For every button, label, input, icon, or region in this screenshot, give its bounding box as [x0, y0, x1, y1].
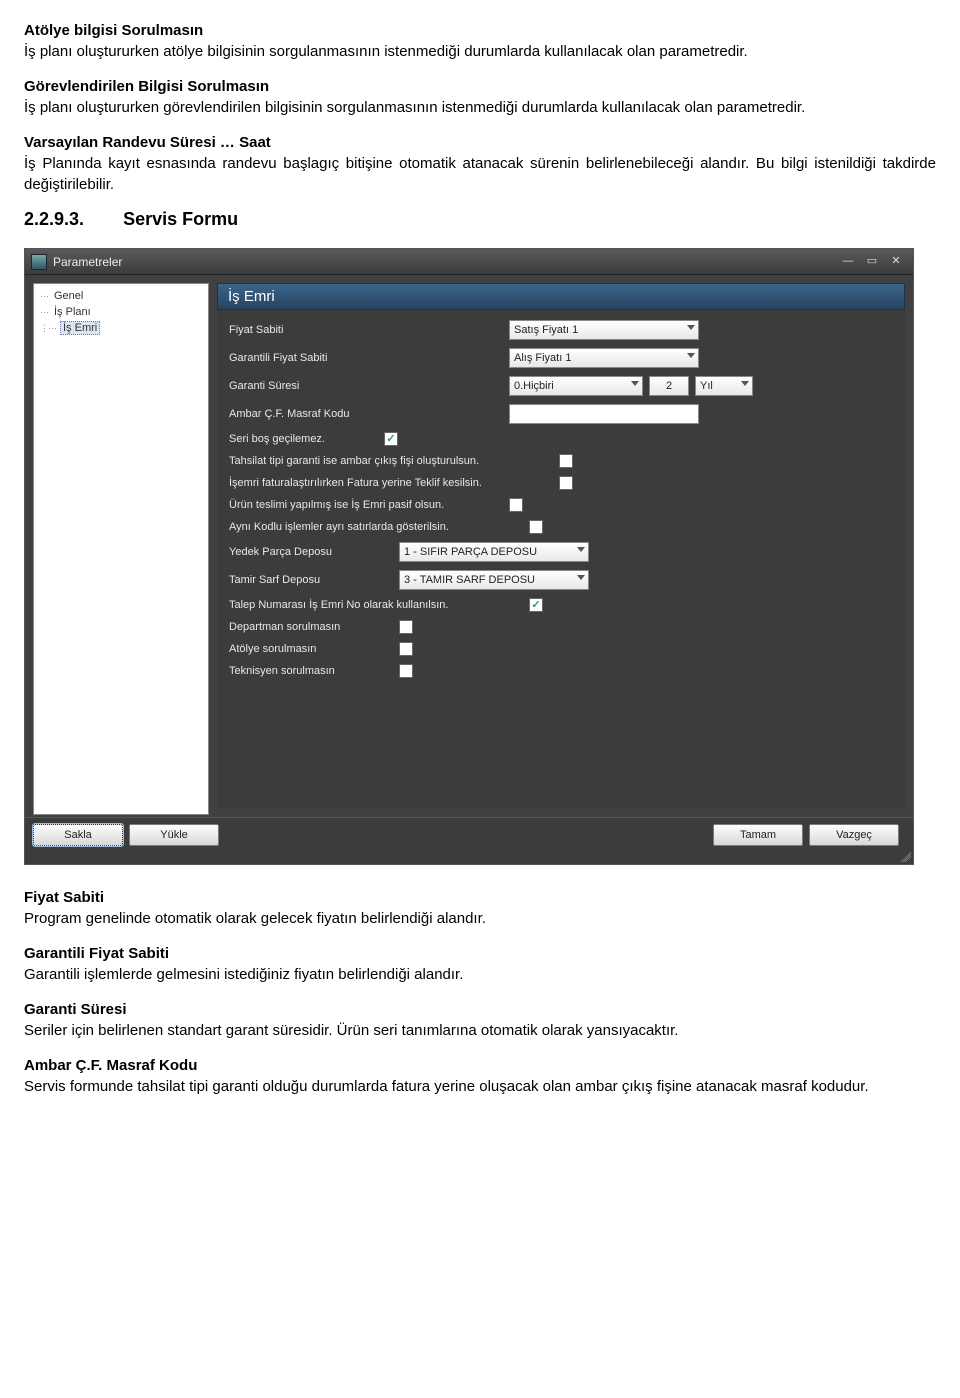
label-masraf: Ambar Ç.F. Masraf Kodu	[229, 408, 509, 420]
section-randevu: Varsayılan Randevu Süresi … Saat İş Plan…	[24, 132, 936, 195]
combo-yedek-depo[interactable]: 1 - SIFIR PARÇA DEPOSU	[399, 542, 589, 562]
label-fiyat-sabiti: Fiyat Sabiti	[229, 324, 509, 336]
tree-node-isemri[interactable]: ⋮⋯İş Emri	[36, 320, 206, 336]
window-icon	[31, 254, 47, 270]
combo-garanti-num[interactable]: 2	[649, 376, 689, 396]
content-panel: İş Emri Fiyat Sabiti Satış Fiyatı 1 Gara…	[217, 283, 905, 815]
title-garanti-suresi: Garanti Süresi	[24, 1001, 127, 1018]
checkbox-departman[interactable]	[399, 620, 413, 634]
parametreler-window: Parametreler — ▭ ✕ ⋯Genel ⋯İş Planı ⋮⋯İş…	[24, 248, 914, 865]
label-teknisyen: Teknisyen sorulmasın	[229, 665, 399, 677]
title-fiyat-sabiti: Fiyat Sabiti	[24, 889, 104, 906]
close-icon[interactable]: ✕	[885, 254, 907, 270]
ok-button[interactable]: Tamam	[713, 824, 803, 846]
text-atolye: İş planı oluştururken atölye bilgisinin …	[24, 43, 748, 60]
checkbox-teslim[interactable]	[509, 498, 523, 512]
panel-title: İş Emri	[217, 283, 905, 310]
label-atolye-form: Atölye sorulmasın	[229, 643, 399, 655]
nav-tree[interactable]: ⋯Genel ⋯İş Planı ⋮⋯İş Emri	[33, 283, 209, 815]
input-masraf-kodu[interactable]	[509, 404, 699, 424]
title-garantili-fiyat: Garantili Fiyat Sabiti	[24, 945, 169, 962]
label-yedek: Yedek Parça Deposu	[229, 546, 399, 558]
label-talep: Talep Numarası İş Emri No olarak kullanı…	[229, 599, 529, 611]
section-garantili-fiyat: Garantili Fiyat Sabiti Garantili işlemle…	[24, 943, 936, 985]
checkbox-atolye[interactable]	[399, 642, 413, 656]
combo-garantili-fiyat[interactable]: Alış Fiyatı 1	[509, 348, 699, 368]
cancel-button[interactable]: Vazgeç	[809, 824, 899, 846]
combo-fiyat-sabiti[interactable]: Satış Fiyatı 1	[509, 320, 699, 340]
checkbox-seri[interactable]	[384, 432, 398, 446]
text-randevu: İş Planında kayıt esnasında randevu başl…	[24, 155, 936, 193]
label-fatura: İşemri faturalaştırılırken Fatura yerine…	[229, 477, 559, 489]
combo-tamir-depo[interactable]: 3 - TAMIR SARF DEPOSU	[399, 570, 589, 590]
checkbox-fatura[interactable]	[559, 476, 573, 490]
text-garanti-suresi: Seriler için belirlenen standart garant …	[24, 1022, 678, 1039]
combo-garanti-unit[interactable]: Yıl	[695, 376, 753, 396]
save-button[interactable]: Sakla	[33, 824, 123, 846]
label-departman: Departman sorulmasın	[229, 621, 399, 633]
title-randevu: Varsayılan Randevu Süresi … Saat	[24, 134, 271, 151]
heading-title: Servis Formu	[123, 209, 238, 229]
window-footer: Sakla Yükle Tamam Vazgeç	[25, 817, 913, 854]
section-atolye: Atölye bilgisi Sorulmasın İş planı oluşt…	[24, 20, 936, 62]
checkbox-tahsilat[interactable]	[559, 454, 573, 468]
resize-grip-icon[interactable]	[25, 854, 913, 864]
minimize-icon[interactable]: —	[837, 254, 859, 270]
window-title: Parametreler	[53, 255, 122, 269]
label-garanti: Garanti Süresi	[229, 380, 509, 392]
label-tamir: Tamir Sarf Deposu	[229, 574, 399, 586]
section-masraf-kodu: Ambar Ç.F. Masraf Kodu Servis formunde t…	[24, 1055, 936, 1097]
chevron-down-icon	[577, 575, 585, 580]
checkbox-teknisyen[interactable]	[399, 664, 413, 678]
section-fiyat-sabiti: Fiyat Sabiti Program genelinde otomatik …	[24, 887, 936, 929]
label-teslim: Ürün teslimi yapılmış ise İş Emri pasif …	[229, 499, 509, 511]
text-masraf-kodu: Servis formunde tahsilat tipi garanti ol…	[24, 1078, 869, 1095]
combo-garanti-tur[interactable]: 0.Hiçbiri	[509, 376, 643, 396]
tree-node-isplani[interactable]: ⋯İş Planı	[36, 304, 206, 320]
load-button[interactable]: Yükle	[129, 824, 219, 846]
chevron-down-icon	[687, 353, 695, 358]
chevron-down-icon	[631, 381, 639, 386]
label-garantili-fiyat: Garantili Fiyat Sabiti	[229, 352, 509, 364]
text-garantili-fiyat: Garantili işlemlerde gelmesini istediğin…	[24, 966, 463, 983]
title-masraf-kodu: Ambar Ç.F. Masraf Kodu	[24, 1057, 197, 1074]
tree-node-genel[interactable]: ⋯Genel	[36, 288, 206, 304]
title-atolye: Atölye bilgisi Sorulmasın	[24, 22, 203, 39]
section-garanti-suresi: Garanti Süresi Seriler için belirlenen s…	[24, 999, 936, 1041]
section-gorevlendirilen: Görevlendirilen Bilgisi Sorulmasın İş pl…	[24, 76, 936, 118]
maximize-icon[interactable]: ▭	[861, 254, 883, 270]
checkbox-ayni[interactable]	[529, 520, 543, 534]
chevron-down-icon	[687, 325, 695, 330]
title-gorevlendirilen: Görevlendirilen Bilgisi Sorulmasın	[24, 78, 269, 95]
label-ayni: Aynı Kodlu işlemler ayrı satırlarda göst…	[229, 521, 529, 533]
checkbox-talep[interactable]	[529, 598, 543, 612]
window-titlebar: Parametreler — ▭ ✕	[25, 249, 913, 275]
label-seri: Seri boş geçilemez.	[229, 433, 384, 445]
chevron-down-icon	[741, 381, 749, 386]
text-gorevlendirilen: İş planı oluştururken görevlendirilen bi…	[24, 99, 805, 116]
label-tahsilat: Tahsilat tipi garanti ise ambar çıkış fi…	[229, 455, 559, 467]
chevron-down-icon	[577, 547, 585, 552]
heading-servis: 2.2.9.3. Servis Formu	[24, 209, 936, 230]
text-fiyat-sabiti: Program genelinde otomatik olarak gelece…	[24, 910, 486, 927]
heading-number: 2.2.9.3.	[24, 209, 84, 230]
